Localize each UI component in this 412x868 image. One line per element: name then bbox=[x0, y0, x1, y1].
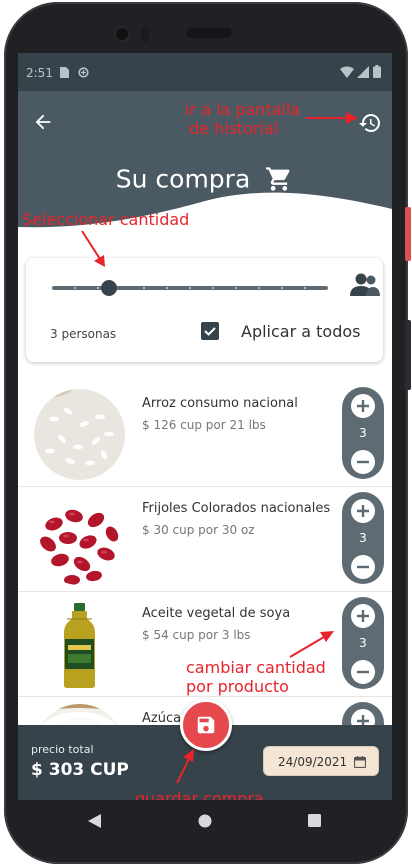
arrow-to-history bbox=[306, 112, 358, 124]
decrement-button[interactable] bbox=[351, 555, 375, 579]
calendar-icon bbox=[354, 756, 366, 768]
decrement-button[interactable] bbox=[351, 660, 375, 684]
oil-bottle-image bbox=[34, 599, 125, 690]
product-name: Aceite vegetal de soya bbox=[142, 606, 291, 621]
save-icon bbox=[197, 716, 215, 734]
nav-back-icon[interactable] bbox=[88, 814, 102, 828]
app-screen: 2:51 Su compra 3 personas Aplicar a todo… bbox=[18, 53, 392, 800]
apply-all-label[interactable]: Aplicar a todos bbox=[241, 322, 361, 341]
back-arrow-icon[interactable] bbox=[32, 111, 54, 133]
apply-all-checkbox[interactable] bbox=[201, 322, 219, 340]
save-purchase-button[interactable] bbox=[180, 699, 232, 751]
product-price: $ 54 cup por 3 lbs bbox=[142, 628, 251, 642]
arrow-to-stepper bbox=[289, 631, 334, 658]
minus-icon bbox=[357, 460, 369, 464]
quantity-stepper: 3 bbox=[342, 387, 384, 479]
list-item: Arroz consumo nacional $ 126 cup por 21 … bbox=[18, 382, 392, 487]
product-name: Arroz consumo nacional bbox=[142, 396, 298, 411]
nav-recent-apps-icon[interactable] bbox=[308, 814, 321, 827]
product-price: $ 30 cup por 30 oz bbox=[142, 523, 255, 537]
nav-home-icon[interactable] bbox=[198, 814, 212, 828]
system-navigation-bar bbox=[18, 800, 392, 842]
product-price: $ 126 cup por 21 lbs bbox=[142, 418, 266, 432]
sim-icon bbox=[60, 67, 69, 78]
history-clock-icon[interactable] bbox=[358, 111, 382, 135]
increment-button[interactable] bbox=[351, 604, 375, 628]
quantity-stepper: 3 bbox=[342, 597, 384, 689]
battery-icon bbox=[373, 65, 381, 78]
minus-icon bbox=[357, 670, 369, 674]
decrement-button[interactable] bbox=[351, 450, 375, 474]
sensor bbox=[141, 26, 149, 42]
minus-icon bbox=[357, 565, 369, 569]
date-picker-button[interactable]: 24/09/2021 bbox=[263, 746, 379, 776]
plus-icon bbox=[357, 505, 369, 517]
arrow-to-save bbox=[176, 749, 194, 784]
plus-icon bbox=[357, 400, 369, 412]
power-button bbox=[405, 207, 411, 261]
status-bar: 2:51 bbox=[18, 53, 392, 91]
product-name: Frijoles Colorados nacionales bbox=[142, 501, 331, 516]
annotation-history-line1: ir a la pantalla bbox=[185, 100, 301, 119]
signal-icon bbox=[357, 66, 369, 78]
volume-button bbox=[405, 320, 411, 390]
red-beans-image bbox=[34, 494, 125, 585]
status-time: 2:51 bbox=[26, 66, 53, 80]
arrow-to-slider bbox=[81, 230, 105, 267]
annotation-change-quantity-line1: cambiar cantidad bbox=[186, 658, 326, 677]
quantity-value: 3 bbox=[359, 636, 367, 650]
annotation-history-line2: de historial bbox=[189, 119, 279, 138]
people-controls-card: 3 personas Aplicar a todos bbox=[26, 258, 383, 362]
front-camera bbox=[116, 28, 128, 40]
increment-button[interactable] bbox=[351, 499, 375, 523]
annotation-change-quantity: cambiar cantidad por producto bbox=[186, 658, 326, 696]
annotation-history: ir a la pantalla de historial bbox=[185, 100, 300, 138]
total-price-value: $ 303 CUP bbox=[31, 760, 129, 780]
quantity-value: 3 bbox=[359, 426, 367, 440]
data-saver-icon bbox=[78, 67, 89, 78]
total-price-label: precio total bbox=[31, 743, 94, 756]
wifi-icon bbox=[340, 66, 354, 78]
annotation-save: guardar compra bbox=[135, 789, 264, 800]
people-count-label: 3 personas bbox=[50, 327, 117, 341]
check-icon bbox=[204, 327, 216, 336]
list-item: Frijoles Colorados nacionales $ 30 cup p… bbox=[18, 487, 392, 592]
page-title-text: Su compra bbox=[115, 164, 251, 194]
people-icon bbox=[350, 273, 380, 296]
quantity-value: 3 bbox=[359, 531, 367, 545]
plus-icon bbox=[357, 610, 369, 622]
earpiece bbox=[186, 28, 232, 38]
date-value: 24/09/2021 bbox=[278, 755, 348, 769]
rice-image bbox=[34, 389, 125, 480]
people-slider[interactable] bbox=[52, 280, 328, 296]
page-title: Su compra bbox=[18, 163, 392, 194]
slider-thumb bbox=[101, 280, 117, 296]
annotation-select-quantity: Seleccionar cantidad bbox=[22, 210, 190, 229]
annotation-change-quantity-line2: por producto bbox=[186, 677, 289, 696]
quantity-stepper: 3 bbox=[342, 492, 384, 584]
increment-button[interactable] bbox=[351, 394, 375, 418]
shopping-cart-icon bbox=[266, 167, 290, 191]
